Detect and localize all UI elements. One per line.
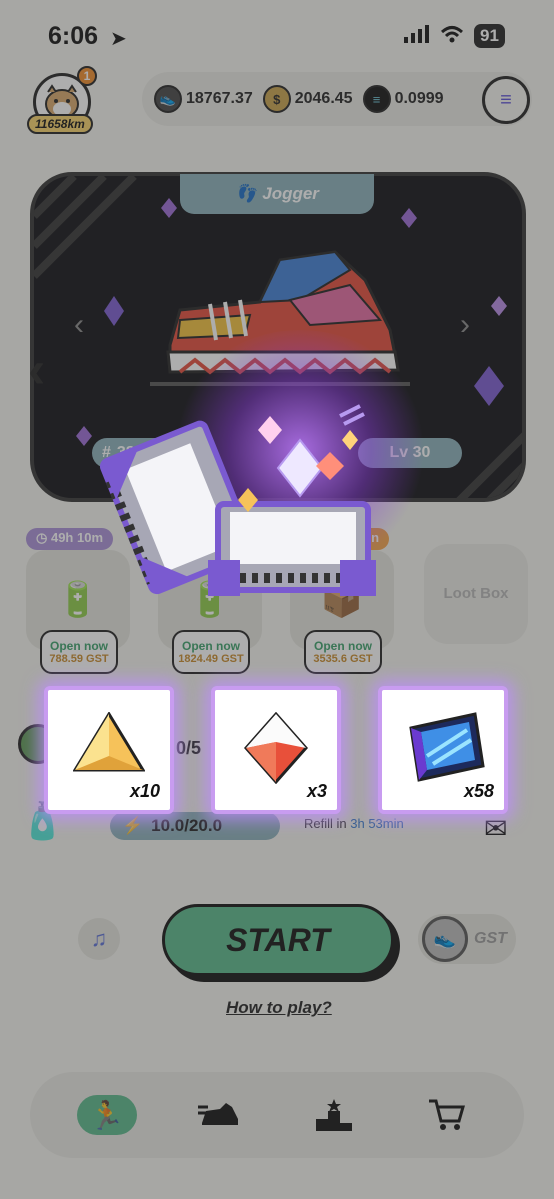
reward-qty-2: x3 <box>306 781 327 801</box>
red-gem-icon <box>243 712 309 784</box>
reward-qty-3: x58 <box>463 781 494 801</box>
reward-tile-2[interactable]: x3 <box>211 686 341 814</box>
reward-tile-1[interactable]: x10 <box>44 686 174 814</box>
reward-tile-3[interactable]: x58 <box>378 686 508 814</box>
yellow-gem-icon <box>73 712 145 772</box>
open-chest-icon <box>100 404 376 596</box>
scroll-icon <box>409 712 485 782</box>
reward-qty-1: x10 <box>129 781 160 801</box>
